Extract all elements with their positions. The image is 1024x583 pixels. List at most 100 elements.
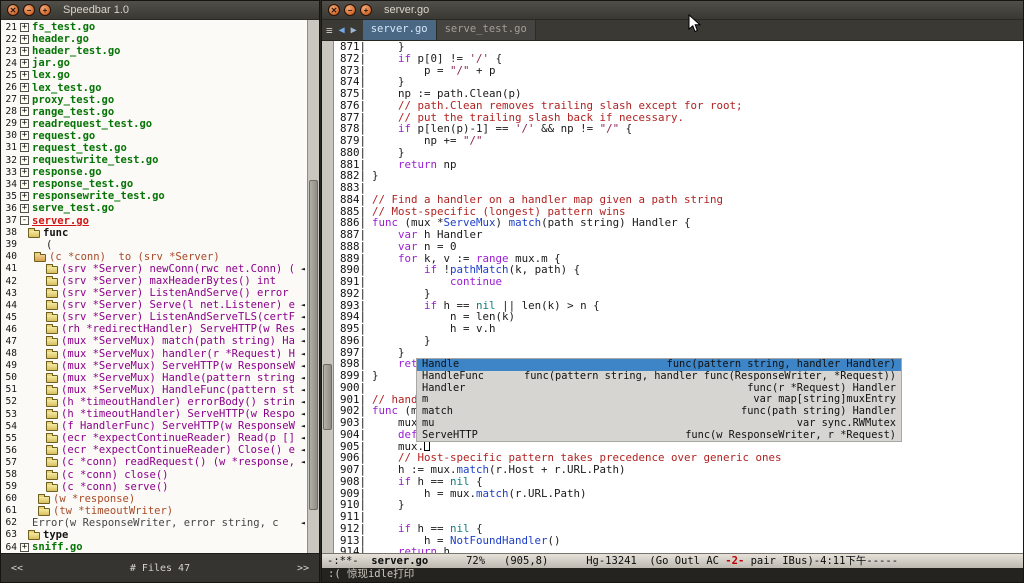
maximize-icon[interactable]: + (360, 4, 372, 16)
editor-titlebar[interactable]: ✕ − + server.go (322, 1, 1023, 20)
speedbar-row[interactable]: 52(h *timeoutHandler) errorBody() strin◄ (1, 396, 307, 408)
code-line[interactable]: 881| return np (334, 159, 1023, 171)
expand-icon[interactable]: + (20, 204, 29, 213)
speedbar-row[interactable]: 64+sniff.go (1, 541, 307, 553)
code-line[interactable]: 897| } (334, 347, 1023, 359)
speedbar-row[interactable]: 57(c *conn) readRequest() (w *response,◄ (1, 456, 307, 468)
maximize-icon[interactable]: + (39, 4, 51, 16)
speedbar-row[interactable]: 46(rh *redirectHandler) ServeHTTP(w Res◄ (1, 323, 307, 335)
speedbar-row[interactable]: 48(mux *ServeMux) handler(r *Request) H◄ (1, 348, 307, 360)
expand-icon[interactable]: + (20, 83, 29, 92)
minimize-icon[interactable]: − (344, 4, 356, 16)
speedbar-row[interactable]: 45(srv *Server) ListenAndServeTLS(certF◄ (1, 311, 307, 323)
expand-icon[interactable]: + (20, 47, 29, 56)
back-icon[interactable]: ◀ (339, 25, 345, 36)
completion-label: Handle (422, 359, 459, 371)
code-line[interactable]: 882|} (334, 170, 1023, 182)
speedbar-row[interactable]: 47(mux *ServeMux) match(path string) Ha◄ (1, 335, 307, 347)
speedbar-row[interactable]: 35+responsewrite_test.go (1, 190, 307, 202)
code-line[interactable]: 879| np += "/" (334, 135, 1023, 147)
forward-icon[interactable]: ▶ (351, 25, 357, 36)
minimize-icon[interactable]: − (23, 4, 35, 16)
close-icon[interactable]: ✕ (328, 4, 340, 16)
speedbar-row[interactable]: 41(srv *Server) newConn(rwc net.Conn) (◄ (1, 263, 307, 275)
scrollbar-thumb[interactable] (323, 364, 332, 431)
speedbar-row[interactable]: 23+header_test.go (1, 45, 307, 57)
speedbar-row[interactable]: 49(mux *ServeMux) ServeHTTP(w ResponseW◄ (1, 360, 307, 372)
speedbar-scrollbar[interactable] (307, 20, 319, 553)
speedbar-row[interactable]: 25+lex.go (1, 69, 307, 81)
speedbar-row[interactable]: 42(srv *Server) maxHeaderBytes() int (1, 275, 307, 287)
editor-scrollbar[interactable] (322, 41, 334, 553)
speedbar-row[interactable]: 63type (1, 529, 307, 541)
expand-icon[interactable]: + (20, 23, 29, 32)
code-line[interactable]: 891| continue (334, 276, 1023, 288)
expand-icon[interactable]: + (20, 156, 29, 165)
code-line[interactable]: 909| h = mux.match(r.URL.Path) (334, 488, 1023, 500)
speedbar-row[interactable]: 61(tw *timeoutWriter) (1, 505, 307, 517)
close-icon[interactable]: ✕ (7, 4, 19, 16)
speedbar-row[interactable]: 27+proxy_test.go (1, 94, 307, 106)
completion-item[interactable]: matchfunc(path string) Handler (417, 406, 901, 418)
speedbar-row[interactable]: 24+jar.go (1, 57, 307, 69)
speedbar-row[interactable]: 58(c *conn) close() (1, 468, 307, 480)
speedbar-row[interactable]: 33+response.go (1, 166, 307, 178)
speedbar-row[interactable]: 38func (1, 227, 307, 239)
expand-icon[interactable]: + (20, 119, 29, 128)
expand-icon[interactable]: + (20, 192, 29, 201)
expand-icon[interactable]: + (20, 180, 29, 189)
prev-page-button[interactable]: << (11, 563, 23, 574)
speedbar-row[interactable]: 30+request.go (1, 130, 307, 142)
next-page-button[interactable]: >> (297, 563, 309, 574)
speedbar-row[interactable]: 53(h *timeoutHandler) ServeHTTP(w Respo◄ (1, 408, 307, 420)
speedbar-row[interactable]: 21+fs_test.go (1, 21, 307, 33)
code-line[interactable]: 914| return h (334, 546, 1023, 553)
speedbar-row[interactable]: 56(ecr *expectContinueReader) Close() e◄ (1, 444, 307, 456)
speedbar-titlebar[interactable]: ✕ − + Speedbar 1.0 (1, 1, 319, 20)
code-lines[interactable]: 871| }872| if p[0] != '/' {873| p = "/" … (334, 41, 1023, 553)
speedbar-row[interactable]: 32+requestwrite_test.go (1, 154, 307, 166)
editor-tab[interactable]: serve_test.go (437, 20, 536, 40)
expand-icon[interactable]: + (20, 543, 29, 552)
speedbar-row[interactable]: 40(c *conn) to (srv *Server) (1, 251, 307, 263)
expand-icon[interactable]: + (20, 143, 29, 152)
speedbar-row[interactable]: 59(c *conn) serve() (1, 481, 307, 493)
code-line[interactable]: 873| p = "/" + p (334, 65, 1023, 77)
completion-item[interactable]: ServeHTTPfunc(w ResponseWriter, r *Reque… (417, 430, 901, 442)
speedbar-row[interactable]: 22+header.go (1, 33, 307, 45)
speedbar-row[interactable]: 43(srv *Server) ListenAndServe() error (1, 287, 307, 299)
speedbar-row[interactable]: 55(ecr *expectContinueReader) Read(p []◄ (1, 432, 307, 444)
speedbar-row[interactable]: 39( (1, 239, 307, 251)
completion-item[interactable]: Handlefunc(pattern string, handler Handl… (417, 359, 901, 371)
editor-tab[interactable]: server.go (363, 20, 437, 40)
speedbar-row[interactable]: 54(f HandlerFunc) ServeHTTP(w ResponseW◄ (1, 420, 307, 432)
completion-item[interactable]: HandleFuncfunc(pattern string, handler f… (417, 371, 901, 383)
speedbar-row[interactable]: 50(mux *ServeMux) Handle(pattern string◄ (1, 372, 307, 384)
expand-icon[interactable]: + (20, 168, 29, 177)
menu-icon[interactable]: ≡ (326, 24, 333, 37)
speedbar-row[interactable]: 44(srv *Server) Serve(l net.Listener) e◄ (1, 299, 307, 311)
speedbar-row[interactable]: 60(w *response) (1, 493, 307, 505)
code-line[interactable]: 910| } (334, 499, 1023, 511)
speedbar-row[interactable]: 62Error(w ResponseWriter, error string, … (1, 517, 307, 529)
expand-icon[interactable]: + (20, 59, 29, 68)
speedbar-row[interactable]: 26+lex_test.go (1, 81, 307, 93)
completion-item[interactable]: muvar sync.RWMutex (417, 418, 901, 430)
speedbar-row[interactable]: 29+readrequest_test.go (1, 118, 307, 130)
speedbar-row[interactable]: 28+range_test.go (1, 106, 307, 118)
code-line[interactable]: 896| } (334, 335, 1023, 347)
expand-icon[interactable]: + (20, 71, 29, 80)
collapse-icon[interactable]: - (20, 216, 29, 225)
line-number: 875| (334, 88, 366, 100)
speedbar-row[interactable]: 36+serve_test.go (1, 202, 307, 214)
speedbar-row[interactable]: 51(mux *ServeMux) HandleFunc(pattern st◄ (1, 384, 307, 396)
speedbar-row[interactable]: 34+response_test.go (1, 178, 307, 190)
expand-icon[interactable]: + (20, 95, 29, 104)
speedbar-row[interactable]: 37-server.go (1, 215, 307, 227)
expand-icon[interactable]: + (20, 35, 29, 44)
scrollbar-thumb[interactable] (309, 180, 318, 510)
expand-icon[interactable]: + (20, 107, 29, 116)
speedbar-row[interactable]: 31+request_test.go (1, 142, 307, 154)
code-line[interactable]: 895| h = v.h (334, 323, 1023, 335)
expand-icon[interactable]: + (20, 131, 29, 140)
